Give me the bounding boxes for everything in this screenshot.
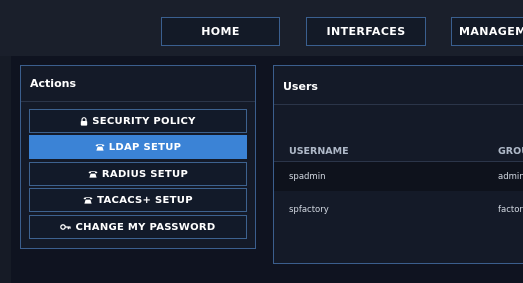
key-icon	[60, 223, 72, 231]
phone-icon	[88, 170, 98, 178]
column-header-group[interactable]: GROUP	[498, 146, 523, 157]
column-header-username[interactable]: USERNAME	[289, 146, 349, 157]
top-navigation-bar: HOME INTERFACES MANAGEMENT	[0, 0, 523, 56]
change-my-password-button[interactable]: CHANGE MY PASSWORD	[29, 215, 247, 239]
actions-panel-title: Actions	[30, 77, 76, 90]
nav-interfaces-button[interactable]: INTERFACES	[306, 17, 426, 46]
users-panel-title: Users	[283, 80, 318, 93]
phone-icon	[95, 143, 105, 151]
group-cell: factory	[498, 205, 523, 215]
nav-management-button[interactable]: MANAGEMENT	[451, 17, 523, 46]
security-policy-label: SECURITY POLICY	[92, 115, 196, 127]
nav-home-button[interactable]: HOME	[161, 17, 280, 46]
ldap-setup-button[interactable]: LDAP SETUP	[29, 135, 247, 159]
lock-icon	[80, 116, 88, 126]
actions-panel: Actions SECURITY POLICY LDAP SETUP RADIU…	[20, 65, 256, 249]
username-cell: spfactory	[289, 205, 329, 215]
group-cell: admin	[498, 172, 523, 182]
change-my-password-label: CHANGE MY PASSWORD	[75, 221, 216, 233]
tacacs-setup-label: TACACS+ SETUP	[97, 194, 193, 206]
ldap-setup-label: LDAP SETUP	[108, 141, 182, 153]
tacacs-setup-button[interactable]: TACACS+ SETUP	[29, 188, 247, 212]
radius-setup-button[interactable]: RADIUS SETUP	[29, 162, 247, 186]
phone-icon	[83, 196, 93, 204]
username-cell: spadmin	[289, 172, 326, 182]
actions-divider	[21, 101, 255, 102]
users-divider	[274, 104, 523, 105]
security-policy-button[interactable]: SECURITY POLICY	[29, 109, 247, 133]
radius-setup-label: RADIUS SETUP	[101, 168, 189, 180]
